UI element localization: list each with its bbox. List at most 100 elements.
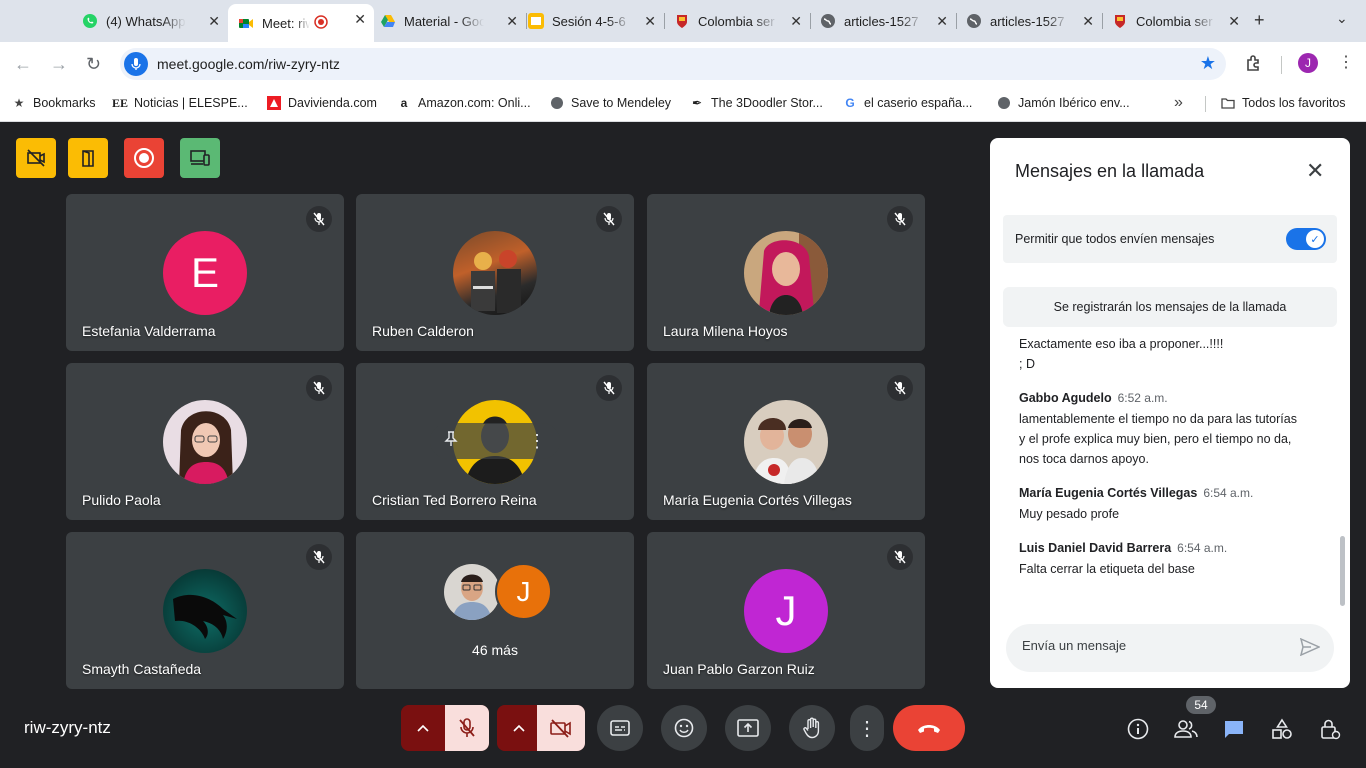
tab-title: Meet: riw-zyry-ntz <box>262 15 310 31</box>
reactions-button[interactable] <box>661 705 707 751</box>
allow-messages-setting: Permitir que todos envíen mensajes ✓ <box>1003 215 1337 263</box>
reload-icon[interactable]: ↻ <box>86 54 101 75</box>
bookmark-item[interactable]: Save to Mendeley <box>550 96 671 110</box>
door-host-control-button[interactable] <box>68 138 108 178</box>
no-video-host-control-button[interactable] <box>16 138 56 178</box>
message-input[interactable] <box>1022 638 1282 653</box>
bookmark-item[interactable]: Jamón Ibérico env... <box>997 96 1130 110</box>
captions-button[interactable] <box>597 705 643 751</box>
participant-name: Smayth Castañeda <box>82 661 202 677</box>
bookmark-label: Noticias | ELESPE... <box>134 96 248 110</box>
close-tab-icon[interactable]: ✕ <box>506 13 518 30</box>
chat-icon[interactable] <box>1221 716 1247 742</box>
elespectador-logo-icon: EE <box>112 95 129 110</box>
message-text: y el profe explica muy bien, pero el tie… <box>1019 432 1292 446</box>
message-text: Exactamente eso iba a proponer...!!!! <box>1019 337 1224 351</box>
close-tab-icon[interactable]: ✕ <box>936 13 948 30</box>
chat-panel: Mensajes en la llamada ✕ Permitir que to… <box>990 138 1350 688</box>
tab-title: Sesión 4-5-6 <box>552 13 626 29</box>
participant-tile[interactable]: J Juan Pablo Garzon Ruiz <box>647 532 925 689</box>
message-text: Muy pesado profe <box>1019 507 1120 521</box>
video-off-grid-icon <box>27 149 45 167</box>
host-controls-lock-icon[interactable] <box>1317 716 1343 742</box>
tab-articles-2[interactable]: articles-1527 ✕ <box>966 6 1103 36</box>
tab-title: (4) WhatsApp <box>106 13 186 29</box>
microphone-in-use-icon[interactable] <box>124 52 148 76</box>
participant-tile[interactable]: Laura Milena Hoyos <box>647 194 925 351</box>
bookmark-item[interactable]: G el caserio españa... <box>843 96 972 110</box>
bookmark-item[interactable]: ★ Bookmarks <box>12 96 96 110</box>
close-tab-icon[interactable]: ✕ <box>208 13 220 30</box>
tab-drive[interactable]: Material - Google Drive ✕ <box>380 6 527 36</box>
tab-title: articles-1527 <box>844 13 919 29</box>
folder-icon <box>1221 96 1235 110</box>
bookmark-item[interactable]: EE Noticias | ELESPE... <box>112 95 248 111</box>
close-tab-icon[interactable]: ✕ <box>1082 13 1094 30</box>
participant-tile[interactable]: E Estefania Valderrama <box>66 194 344 351</box>
message-list[interactable]: Exactamente eso iba a proponer...!!!! ; … <box>1019 334 1324 610</box>
tab-colombia-2[interactable]: Colombia ser ✕ <box>1112 6 1248 36</box>
tab-title: articles-1527 <box>990 13 1065 29</box>
bookmark-star-icon[interactable]: ★ <box>1200 53 1216 74</box>
present-screen-button[interactable] <box>725 705 771 751</box>
activities-shapes-icon[interactable] <box>1269 716 1295 742</box>
send-icon[interactable] <box>1299 637 1321 661</box>
raise-hand-button[interactable] <box>789 705 835 751</box>
participant-tile[interactable]: Smayth Castañeda <box>66 532 344 689</box>
tab-articles-1[interactable]: articles-1527 ✕ <box>820 6 957 36</box>
address-bar[interactable]: meet.google.com/riw-zyry-ntz ★ <box>120 48 1226 80</box>
all-bookmarks-folder[interactable]: Todos los favoritos <box>1221 96 1346 110</box>
star-icon: ★ <box>13 96 25 110</box>
message-sender: Gabbo Agudelo <box>1019 391 1112 405</box>
tab-whatsapp[interactable]: (4) WhatsApp ✕ <box>82 6 229 36</box>
more-options-icon[interactable]: ⋮ <box>528 432 546 450</box>
avatar: J <box>744 569 828 653</box>
bookmark-item[interactable]: Davivienda.com <box>267 96 377 110</box>
close-tab-icon[interactable]: ✕ <box>354 11 366 28</box>
bookmark-label: The 3Doodler Stor... <box>711 96 823 110</box>
profile-avatar[interactable]: J <box>1298 53 1318 73</box>
camera-toggle-button[interactable] <box>537 705 585 751</box>
tab-search-chevron-icon[interactable]: ⌄ <box>1336 10 1348 27</box>
mic-toggle-button[interactable] <box>445 705 489 751</box>
close-icon[interactable]: ✕ <box>1306 160 1324 182</box>
extensions-puzzle-icon[interactable] <box>1244 54 1264 79</box>
participant-name: Laura Milena Hoyos <box>663 323 788 339</box>
bookmark-item[interactable]: ✒ The 3Doodler Stor... <box>690 96 823 110</box>
tab-colombia-1[interactable]: Colombia ser ✕ <box>674 6 811 36</box>
video-settings-chevron-icon[interactable] <box>497 705 541 751</box>
tab-meet[interactable]: Meet: riw-zyry-ntz ✕ <box>228 4 374 42</box>
recording-button[interactable] <box>124 138 164 178</box>
more-participants-tile[interactable]: J 46 más <box>356 532 634 689</box>
kebab-menu-icon[interactable]: ⋮ <box>1338 52 1354 72</box>
bookmark-item[interactable]: a Amazon.com: Onli... <box>397 96 531 110</box>
new-tab-plus-icon[interactable]: + <box>1254 10 1265 31</box>
avatar-photo-woman <box>744 231 828 315</box>
leave-call-button[interactable] <box>893 705 965 751</box>
participant-count-badge: 54 <box>1186 696 1216 714</box>
colombia-crest-icon <box>1112 13 1128 29</box>
participant-tile[interactable]: Pulido Paola <box>66 363 344 520</box>
avatar-photo-young-woman <box>163 400 247 484</box>
close-tab-icon[interactable]: ✕ <box>790 13 802 30</box>
back-arrow-icon[interactable]: ← <box>14 54 32 75</box>
more-bookmarks-chevron-icon[interactable]: » <box>1174 94 1183 112</box>
people-icon[interactable] <box>1173 716 1199 742</box>
participant-tile[interactable]: Ruben Calderon <box>356 194 634 351</box>
close-tab-icon[interactable]: ✕ <box>644 13 656 30</box>
participant-tile[interactable]: ⋮ Cristian Ted Borrero Reina <box>356 363 634 520</box>
participant-tile[interactable]: María Eugenia Cortés Villegas <box>647 363 925 520</box>
audio-settings-chevron-icon[interactable] <box>401 705 445 751</box>
close-tab-icon[interactable]: ✕ <box>1228 13 1240 30</box>
meeting-info-icon[interactable] <box>1125 716 1151 742</box>
chat-scrollbar[interactable] <box>1340 536 1345 606</box>
globe-icon <box>820 13 836 29</box>
tab-slides[interactable]: Sesión 4-5-6 ✕ <box>528 6 665 36</box>
amazon-icon: a <box>400 96 408 110</box>
pin-icon[interactable] <box>444 430 458 452</box>
more-options-button[interactable]: ⋮ <box>850 705 884 751</box>
forward-arrow-icon[interactable]: → <box>50 54 68 75</box>
allow-messages-toggle[interactable]: ✓ <box>1286 228 1326 250</box>
devices-button[interactable] <box>180 138 220 178</box>
colombia-crest-icon <box>674 13 690 29</box>
